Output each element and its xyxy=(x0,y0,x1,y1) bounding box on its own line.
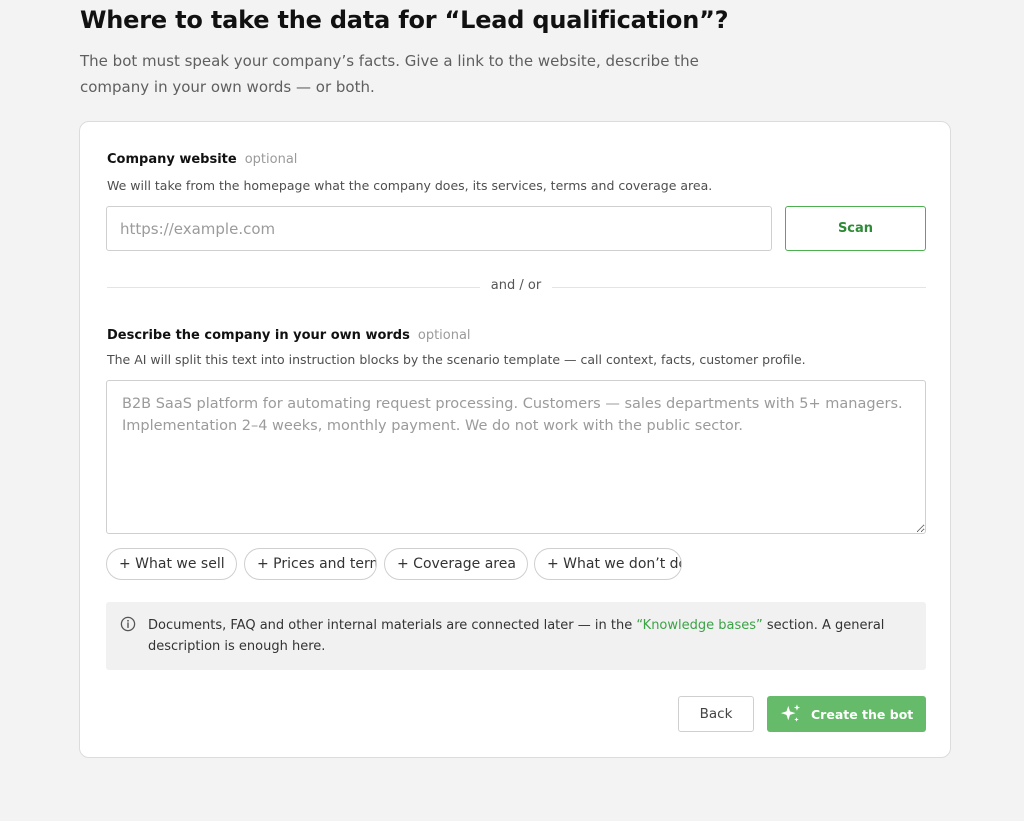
notice-text-before: Documents, FAQ and other internal materi… xyxy=(148,618,637,633)
divider-label: and / or xyxy=(490,278,542,293)
chip-what-we-dont-do[interactable]: + What we don’t do xyxy=(534,548,682,580)
website-field-label: Company website optional xyxy=(107,152,297,167)
website-label-text: Company website xyxy=(107,152,237,167)
create-bot-label: Create the bot xyxy=(811,706,914,722)
notice-text: Documents, FAQ and other internal materi… xyxy=(148,615,888,657)
chip-what-we-sell[interactable]: + What we sell xyxy=(106,548,237,580)
page-subtitle: The bot must speak your company’s facts.… xyxy=(80,52,699,96)
data-source-card: Company website optional We will take fro… xyxy=(79,121,951,758)
chip-coverage-area[interactable]: + Coverage area xyxy=(384,548,528,580)
create-bot-button[interactable]: Create the bot xyxy=(767,696,926,732)
knowledge-base-notice: Documents, FAQ and other internal materi… xyxy=(106,602,926,670)
knowledge-bases-link[interactable]: “Knowledge bases” xyxy=(636,618,762,633)
divider-line-left xyxy=(107,287,480,288)
description-label-text: Describe the company in your own words xyxy=(107,328,410,343)
divider-line-right xyxy=(552,287,926,288)
description-optional-tag: optional xyxy=(417,328,471,343)
page: Where to take the data for “Lead qualifi… xyxy=(0,0,1024,821)
website-optional-tag: optional xyxy=(244,152,298,167)
description-hint: The AI will split this text into instruc… xyxy=(107,352,806,367)
back-button[interactable]: Back xyxy=(678,696,754,732)
info-icon xyxy=(120,616,136,632)
scan-button[interactable]: Scan xyxy=(785,206,926,251)
chip-prices-and-terms[interactable]: + Prices and terms xyxy=(244,548,377,580)
description-field-label: Describe the company in your own words op… xyxy=(107,328,471,343)
page-title: Where to take the data for “Lead qualifi… xyxy=(80,6,729,34)
website-url-input[interactable] xyxy=(106,206,772,251)
company-description-textarea[interactable] xyxy=(106,380,926,534)
sparkle-icon xyxy=(780,704,801,722)
website-hint: We will take from the homepage what the … xyxy=(107,178,713,193)
